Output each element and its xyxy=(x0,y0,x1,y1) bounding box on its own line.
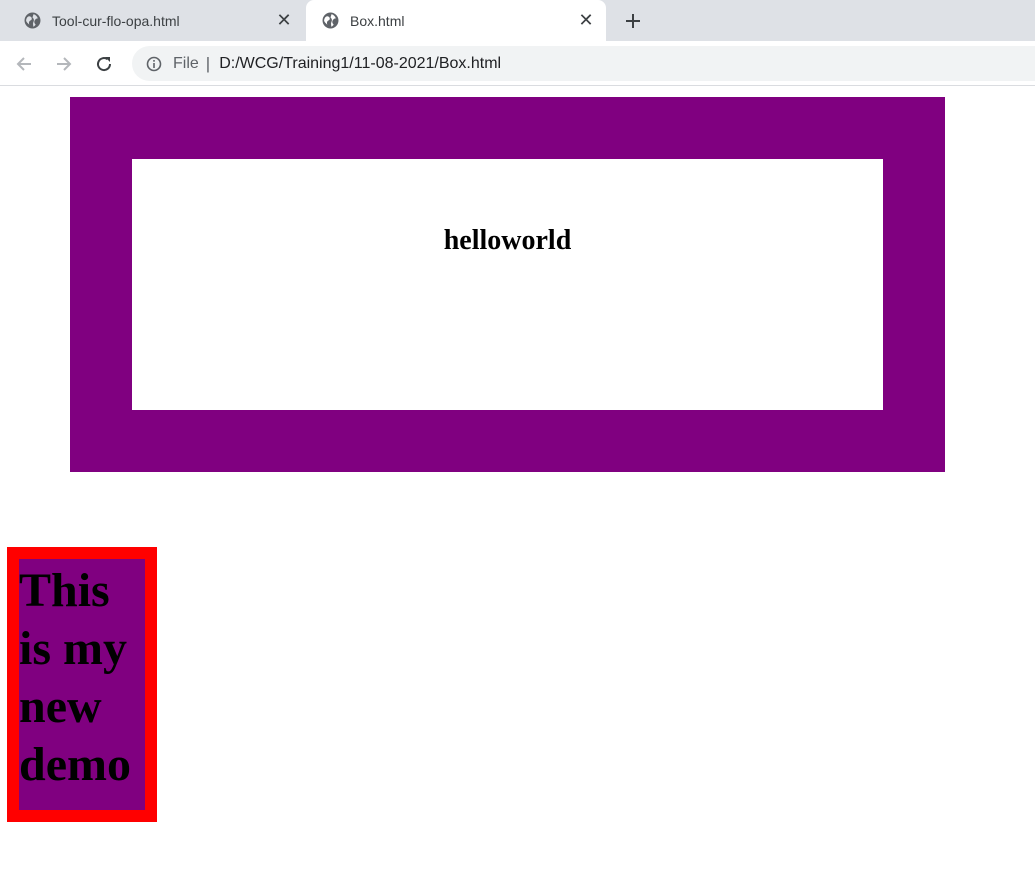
address-bar[interactable]: File | D:/WCG/Training1/11-08-2021/Box.h… xyxy=(132,46,1035,81)
reload-icon xyxy=(97,57,112,72)
url-scheme-label: File xyxy=(173,54,199,72)
tab-strip: Tool-cur-flo-opa.html ✕ Box.html ✕ xyxy=(0,0,1035,41)
back-button[interactable] xyxy=(11,51,37,77)
demo-heading: This is my new demo xyxy=(19,564,131,791)
tab-tool-cur-flo-opa[interactable]: Tool-cur-flo-opa.html ✕ xyxy=(8,0,304,41)
close-icon[interactable]: ✕ xyxy=(274,10,294,31)
info-icon[interactable] xyxy=(145,55,163,73)
purple-outer-box: helloworld xyxy=(70,97,945,472)
new-tab-button[interactable] xyxy=(620,8,646,34)
arrow-left-icon xyxy=(16,57,31,71)
tab-box[interactable]: Box.html ✕ xyxy=(306,0,606,41)
tab-title: Tool-cur-flo-opa.html xyxy=(52,12,180,29)
url-text: D:/WCG/Training1/11-08-2021/Box.html xyxy=(219,54,502,72)
browser-toolbar: File | D:/WCG/Training1/11-08-2021/Box.h… xyxy=(0,41,1035,86)
white-inner-box: helloworld xyxy=(132,159,883,410)
forward-button[interactable] xyxy=(51,51,77,77)
globe-icon xyxy=(24,12,41,29)
helloworld-heading: helloworld xyxy=(443,225,572,256)
globe-icon xyxy=(322,12,339,29)
plus-icon xyxy=(626,14,640,28)
tab-title: Box.html xyxy=(350,12,405,29)
demo-box: This is my new demo xyxy=(7,547,157,822)
close-icon[interactable]: ✕ xyxy=(576,10,596,31)
arrow-right-icon xyxy=(57,57,72,71)
url-separator: | xyxy=(205,53,211,73)
reload-button[interactable] xyxy=(91,51,117,77)
